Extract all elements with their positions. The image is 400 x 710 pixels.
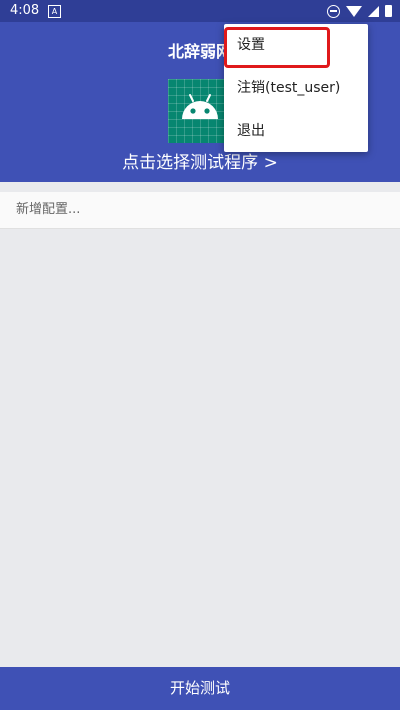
status-icons bbox=[327, 4, 392, 18]
do-not-disturb-icon bbox=[327, 4, 340, 18]
overflow-menu: 设置 注销(test_user) 退出 bbox=[224, 24, 368, 152]
android-robot-icon bbox=[182, 94, 218, 119]
battery-icon bbox=[385, 5, 392, 17]
status-bar: 4:08 A bbox=[0, 0, 400, 22]
wifi-icon bbox=[346, 5, 362, 17]
start-test-button[interactable]: 开始测试 bbox=[0, 667, 400, 710]
add-config-row[interactable]: 新增配置... bbox=[0, 192, 400, 229]
add-config-placeholder: 新增配置... bbox=[16, 202, 81, 217]
cell-signal-icon bbox=[368, 5, 379, 17]
menu-item-settings[interactable]: 设置 bbox=[224, 24, 368, 67]
status-time: 4:08 bbox=[10, 3, 40, 18]
android-app-icon[interactable] bbox=[168, 79, 232, 143]
notification-a-icon: A bbox=[48, 5, 61, 18]
menu-item-logout[interactable]: 注销(test_user) bbox=[224, 67, 368, 110]
menu-item-exit[interactable]: 退出 bbox=[224, 110, 368, 153]
